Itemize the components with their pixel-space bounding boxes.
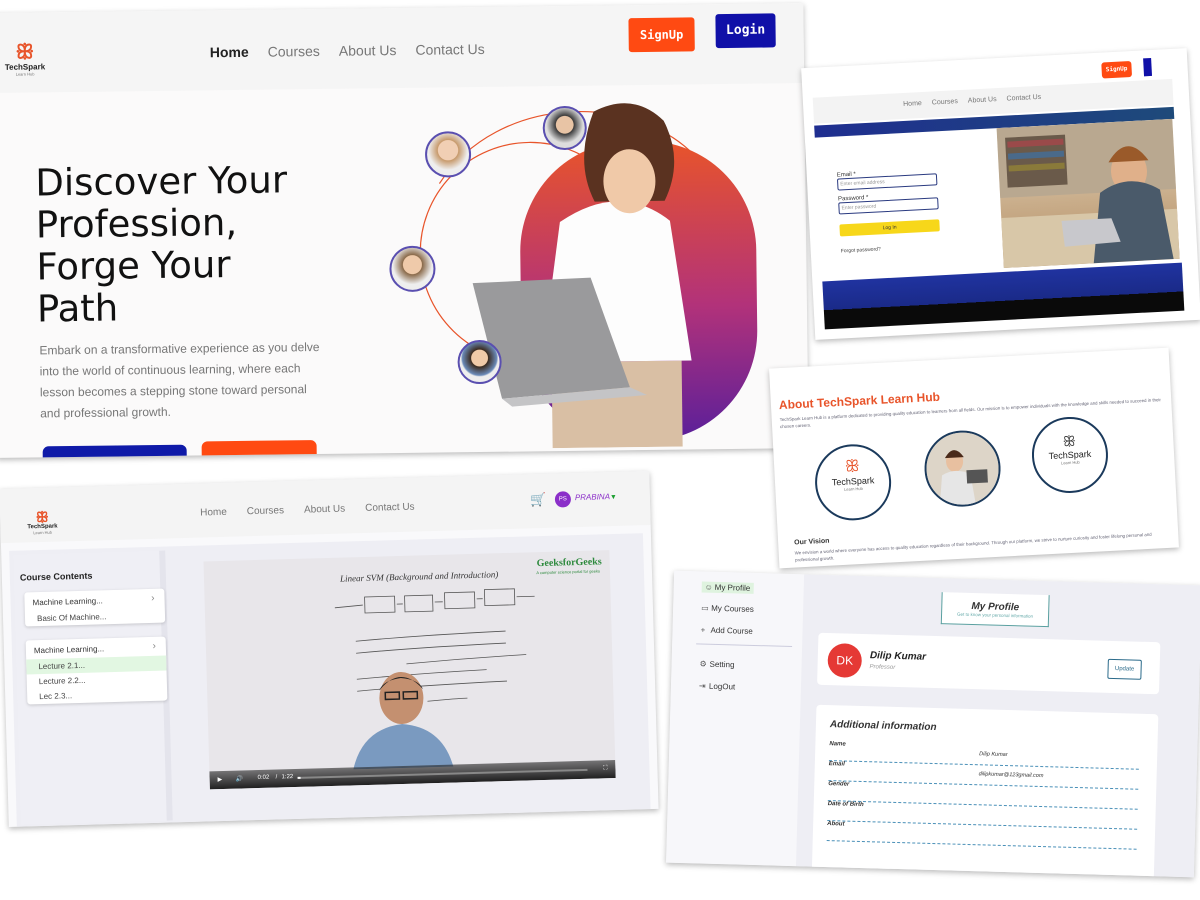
- secondary-cta-button[interactable]: [201, 440, 317, 458]
- module-card[interactable]: Machine Learning... › Basic Of Machine...: [24, 588, 166, 627]
- signup-button[interactable]: SignUp: [1101, 61, 1133, 79]
- update-button[interactable]: Update: [1107, 658, 1142, 680]
- nav-contact-us[interactable]: Contact Us: [415, 41, 484, 58]
- additional-info-card: Additional information Name Dilip Kumar E…: [811, 704, 1159, 878]
- course-sidebar: Course Contents Machine Learning... › Bas…: [13, 550, 173, 825]
- top-navbar: ꕥ TechSpark Learn Hub Home Courses About…: [0, 3, 805, 93]
- login-button[interactable]: Login: [715, 13, 776, 49]
- nav-home[interactable]: Home: [210, 44, 249, 60]
- user-role: Professor: [869, 664, 896, 671]
- profile-page-screenshot: ☺ My Profile ▭ My Courses + Add Course ⚙ Set…: [666, 570, 1200, 878]
- course-navbar: ꕥ TechSpark Learn Hub Home Courses About…: [0, 470, 651, 544]
- about-page-screenshot: About TechSpark Learn Hub TechSpark Lear…: [769, 347, 1179, 569]
- user-summary-card: DK Dilip Kumar Professor Update: [817, 632, 1161, 695]
- monitor-icon: ▭: [701, 603, 709, 613]
- nav-about-us[interactable]: About Us: [339, 42, 397, 59]
- nav-contact-us[interactable]: Contact Us: [365, 502, 415, 514]
- caret-down-icon: ▼: [609, 493, 618, 502]
- module-title[interactable]: Machine Learning... ›: [24, 589, 164, 612]
- course-player-screenshot: ꕥ TechSpark Learn Hub Home Courses About…: [0, 470, 659, 828]
- hero-headline: Discover Your Profession, Forge Your Pat…: [35, 158, 288, 331]
- login-submit-button[interactable]: Log In: [839, 219, 940, 237]
- techspark-logo-icon: ꕥ: [15, 41, 35, 64]
- lesson-item[interactable]: Lec 2.3...: [27, 686, 167, 705]
- login-main-nav: Home Courses About Us Contact Us: [903, 93, 1051, 108]
- menu-add-course[interactable]: + Add Course: [700, 625, 752, 635]
- main-nav: Home Courses About Us Contact Us: [210, 41, 504, 60]
- menu-divider: [696, 643, 793, 648]
- fullscreen-icon[interactable]: ⛶: [603, 765, 607, 772]
- chevron-right-icon[interactable]: ›: [151, 593, 155, 604]
- course-main-nav: Home Courses About Us Contact Us: [200, 501, 435, 519]
- profile-sidebar: ☺ My Profile ▭ My Courses + Add Course ⚙ Set…: [666, 570, 805, 867]
- presenter-image: [353, 672, 454, 770]
- cart-icon[interactable]: 🛒: [530, 492, 547, 508]
- profile-main: My Profile Get to know your personal inf…: [795, 574, 1200, 878]
- nav-home[interactable]: Home: [200, 507, 227, 519]
- nav-courses[interactable]: Courses: [932, 98, 958, 106]
- vision-paragraph: We envision a world where everyone has a…: [794, 531, 1152, 563]
- nav-courses[interactable]: Courses: [247, 505, 285, 517]
- avatar-woman-2: [457, 339, 502, 385]
- login-page-screenshot: Home Courses About Us Contact Us SignUp …: [801, 48, 1200, 340]
- play-icon[interactable]: ▶: [218, 776, 223, 783]
- user-menu[interactable]: PRABINA▼: [575, 492, 617, 502]
- gear-icon: ⚙: [699, 659, 707, 669]
- forgot-password-link[interactable]: Forgot password?: [841, 240, 1001, 254]
- vision-heading: Our Vision: [794, 537, 830, 547]
- login-form: Email * Enter email address Password * E…: [836, 158, 1000, 254]
- plus-icon: +: [700, 625, 706, 635]
- additional-info-title: Additional information: [829, 719, 937, 734]
- module-title[interactable]: Machine Learning... ›: [26, 637, 166, 660]
- techspark-logo[interactable]: ꕥ TechSpark Learn Hub: [0, 41, 50, 77]
- signup-button[interactable]: SignUp: [628, 17, 695, 53]
- nav-contact-us[interactable]: Contact Us: [1006, 94, 1041, 103]
- chevron-right-icon[interactable]: ›: [152, 641, 156, 652]
- profile-header-tag: My Profile Get to know your personal inf…: [940, 592, 1050, 628]
- menu-logout[interactable]: ⇥ LogOut: [699, 681, 735, 691]
- video-player[interactable]: GeeksforGeeks A computer science portal …: [203, 550, 616, 790]
- menu-setting[interactable]: ⚙ Setting: [699, 659, 734, 669]
- total-time: 1:22: [281, 774, 294, 781]
- about-brand-circle: ꕥ TechSpark Learn Hub: [1030, 415, 1110, 495]
- user-avatar[interactable]: PS: [554, 491, 572, 508]
- techspark-logo[interactable]: ꕥ TechSpark Learn Hub: [20, 509, 65, 535]
- login-footer-band: [822, 262, 1185, 330]
- student-photo: [996, 118, 1180, 268]
- primary-cta-button[interactable]: [42, 444, 187, 458]
- volume-icon[interactable]: 🔊: [236, 775, 244, 782]
- logout-icon: ⇥: [698, 681, 706, 691]
- techspark-logo-icon: ꕥ: [35, 508, 49, 526]
- user-name: Dilip Kumar: [869, 650, 927, 663]
- module-card[interactable]: Machine Learning... › Lecture 2.1... Lect…: [25, 636, 168, 705]
- course-contents-title: Course Contents: [19, 570, 93, 583]
- user-icon: ☺: [704, 582, 714, 592]
- nav-home[interactable]: Home: [903, 100, 922, 108]
- about-logo-circle: ꕥ TechSpark Learn Hub: [813, 442, 894, 523]
- menu-my-profile[interactable]: ☺ My Profile: [701, 581, 754, 594]
- nav-about-us[interactable]: About Us: [968, 96, 997, 104]
- login-button[interactable]: [1143, 57, 1153, 77]
- nav-courses[interactable]: Courses: [268, 43, 320, 60]
- about-student-image: [922, 428, 1003, 509]
- video-progress-bar[interactable]: [297, 768, 588, 779]
- hero-description: Embark on a transformative experience as…: [39, 339, 320, 421]
- current-time: 0:02: [257, 774, 270, 782]
- avatar: DK: [827, 643, 863, 678]
- course-body: Course Contents Machine Learning... › Bas…: [9, 533, 651, 827]
- home-page-screenshot: ꕥ TechSpark Learn Hub Home Courses About…: [0, 3, 809, 458]
- menu-my-courses[interactable]: ▭ My Courses: [701, 603, 754, 613]
- nav-about-us[interactable]: About Us: [304, 503, 345, 515]
